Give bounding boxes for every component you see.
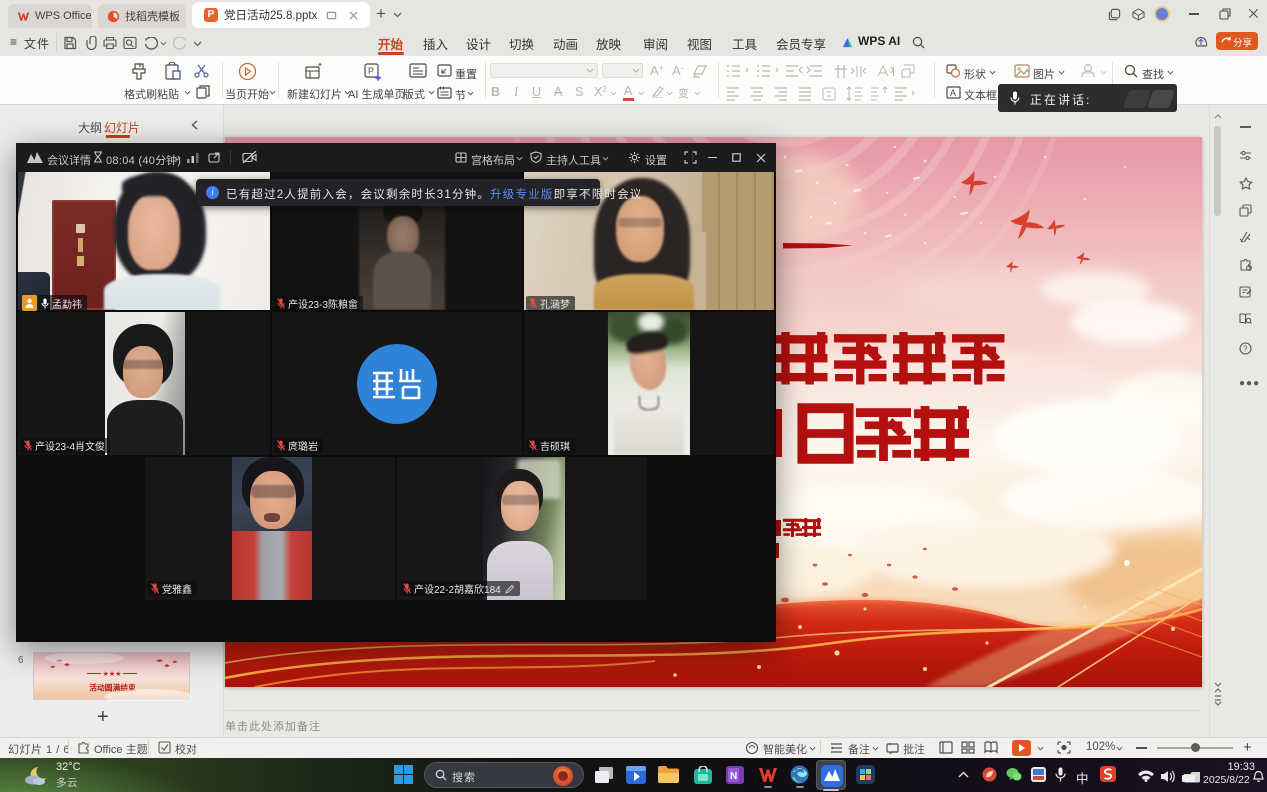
svg-text:A: A	[950, 88, 956, 98]
svg-text:P: P	[368, 66, 374, 76]
svg-text:?: ?	[1243, 344, 1248, 353]
svg-text:N: N	[730, 771, 737, 782]
